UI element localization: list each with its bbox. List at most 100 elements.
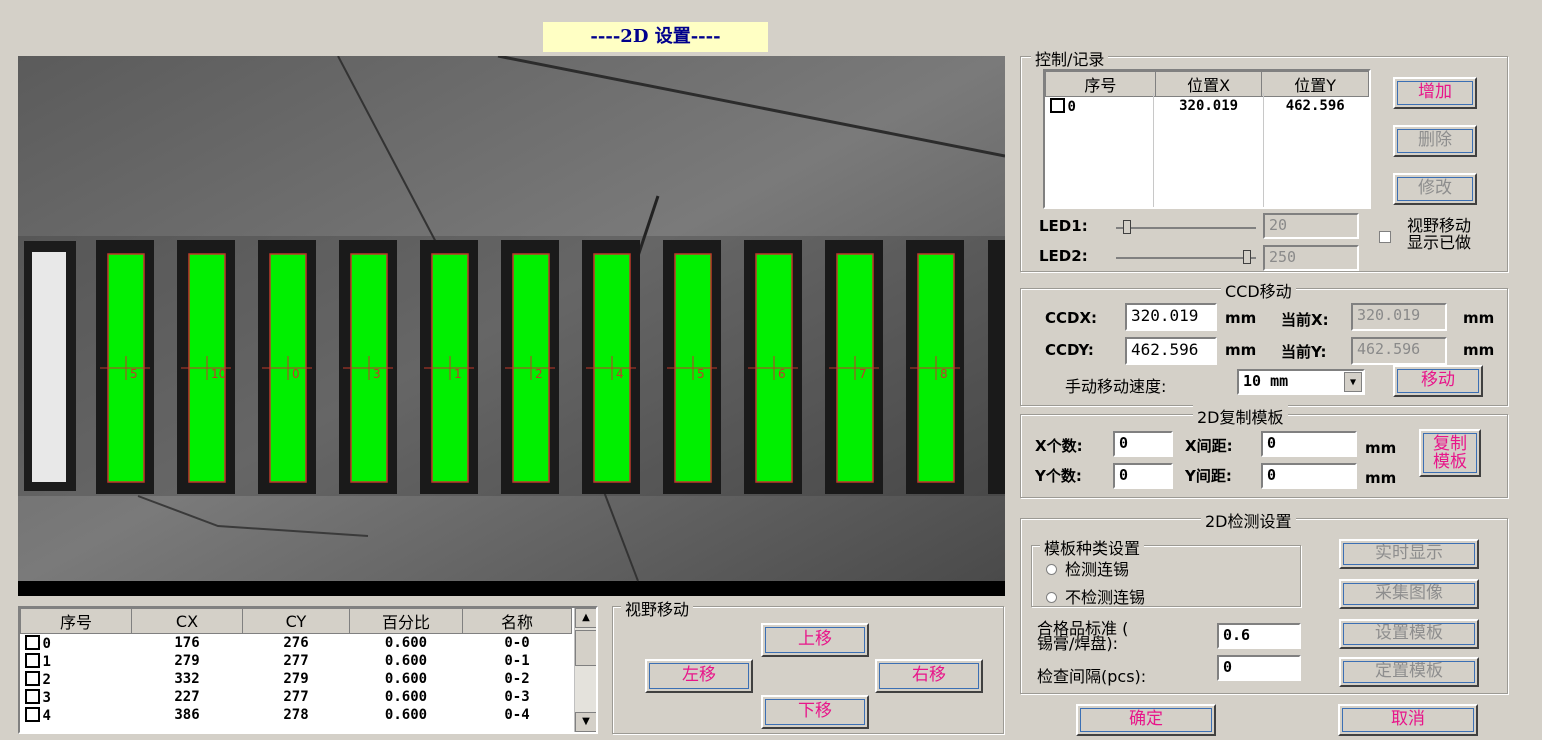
speed-label: 手动移动速度: [1065, 377, 1167, 396]
pad-label: 10 [211, 367, 226, 381]
led2-slider-thumb[interactable] [1243, 250, 1251, 264]
pad-label: 1 [454, 367, 462, 381]
led2-value: 250 [1263, 245, 1359, 271]
led2-label: LED2: [1039, 247, 1088, 265]
x-count-input[interactable]: 0 [1113, 431, 1173, 457]
col-name[interactable]: 名称 [462, 608, 572, 634]
record-panel-title: 控制/记录 [1031, 46, 1109, 70]
led2-slider-track[interactable] [1116, 257, 1256, 259]
x-pitch-unit: mm [1365, 439, 1397, 457]
copy-template-button[interactable]: 复制 模板 [1419, 429, 1481, 477]
copy-template-panel: 2D复制模板 X个数: 0 X间距: 0 mm Y个数: 0 Y间距: 0 mm… [1020, 404, 1508, 498]
col-index[interactable]: 序号 [20, 608, 132, 634]
col-index[interactable]: 序号 [1045, 71, 1156, 97]
chevron-down-icon[interactable]: ▼ [1344, 372, 1362, 392]
scrollbar-thumb[interactable] [575, 630, 596, 666]
speed-select[interactable]: 10 mm ▼ [1237, 369, 1365, 395]
y-pitch-input[interactable]: 0 [1261, 463, 1357, 489]
radio-no-detect-bridge[interactable]: 不检测连锡 [1046, 584, 1145, 608]
realtime-display-button[interactable]: 实时显示 [1339, 539, 1479, 569]
row-checkbox[interactable] [24, 634, 40, 650]
x-count-label: X个数: [1035, 437, 1083, 455]
pad-frame [988, 240, 1005, 494]
cancel-button[interactable]: 取消 [1338, 704, 1478, 736]
col-cx[interactable]: CX [131, 608, 243, 634]
chevron-down-icon[interactable]: ▼ [575, 712, 596, 732]
delete-button[interactable]: 删除 [1393, 125, 1477, 157]
col-pos-y[interactable]: 位置Y [1261, 71, 1369, 97]
result-scrollbar[interactable]: ▲ ▼ [574, 608, 596, 732]
current-x-value: 320.019 [1351, 303, 1447, 331]
interval-input[interactable]: 0 [1217, 655, 1301, 681]
current-y-value: 462.596 [1351, 337, 1447, 365]
standard-label: 合格品标准 (锡膏/焊盘): [1037, 619, 1129, 653]
pad-label: 7 [859, 367, 867, 381]
dialog-title: ----2D 设置---- [543, 22, 768, 52]
view-checkbox-label: 视野移动 显示已做 [1407, 216, 1472, 252]
view-move-panel: 视野移动 上移 左移 右移 下移 [612, 596, 1004, 734]
row-checkbox[interactable] [24, 706, 40, 722]
row-checkbox[interactable] [24, 652, 40, 668]
template-type-group: 模板种类设置 检测连锡 不检测连锡 [1031, 535, 1301, 608]
result-table[interactable]: 序号 CX CY 百分比 名称 0 176 276 0.600 0-0 1 279 277 0.… [18, 606, 598, 734]
move-left-button[interactable]: 左移 [645, 659, 753, 693]
ccd-panel: CCD移动 CCDX: 320.019 mm 当前X: 320.019 mm C… [1020, 278, 1508, 406]
view-move-title: 视野移动 [621, 596, 694, 620]
copy-panel-title: 2D复制模板 [1193, 404, 1288, 428]
current-y-unit: mm [1463, 341, 1495, 359]
table-row[interactable]: 2 332 279 0.600 0-2 [21, 670, 572, 688]
capture-image-button[interactable]: 采集图像 [1339, 579, 1479, 609]
move-right-button[interactable]: 右移 [875, 659, 983, 693]
row-checkbox[interactable] [24, 670, 40, 686]
detect-panel-title: 2D检测设置 [1201, 508, 1296, 532]
table-row[interactable]: 3 227 277 0.600 0-3 [21, 688, 572, 706]
table-row[interactable]: 1 279 277 0.600 0-1 [21, 652, 572, 670]
row-checkbox[interactable] [24, 688, 40, 704]
standard-input[interactable]: 0.6 [1217, 623, 1301, 649]
move-down-button[interactable]: 下移 [761, 695, 869, 729]
led1-slider-track[interactable] [1116, 227, 1256, 229]
move-button[interactable]: 移动 [1393, 365, 1483, 397]
camera-image: 5 10 0 3 1 2 4 5 6 7 8 [18, 56, 1005, 596]
col-pos-x[interactable]: 位置X [1154, 71, 1263, 97]
table-row[interactable]: 0 320.019 462.596 [1046, 97, 1369, 116]
row-checkbox[interactable] [1049, 97, 1065, 113]
current-x-label: 当前X: [1281, 311, 1329, 329]
view-move-checkbox[interactable] [1379, 231, 1391, 243]
y-pitch-label: Y间距: [1185, 467, 1232, 485]
led1-slider-thumb[interactable] [1123, 220, 1131, 234]
camera-view[interactable]: 5 10 0 3 1 2 4 5 6 7 8 [18, 56, 1005, 596]
modify-button[interactable]: 修改 [1393, 173, 1477, 205]
ccdx-input[interactable]: 320.019 [1125, 303, 1217, 331]
record-panel: 控制/记录 序号 位置X 位置Y 0 320.019 462.596 增加 删除… [1020, 46, 1508, 272]
locate-template-button[interactable]: 定置模板 [1339, 657, 1479, 687]
ccdx-unit: mm [1225, 309, 1257, 327]
ccd-panel-title: CCD移动 [1221, 278, 1296, 302]
table-row[interactable]: 4 386 278 0.600 0-4 [21, 706, 572, 724]
ccdy-unit: mm [1225, 341, 1257, 359]
y-pitch-unit: mm [1365, 469, 1397, 487]
set-template-button[interactable]: 设置模板 [1339, 619, 1479, 649]
led1-value: 20 [1263, 213, 1359, 239]
radio-detect-bridge[interactable]: 检测连锡 [1046, 556, 1129, 580]
col-cy[interactable]: CY [242, 608, 350, 634]
pad-label: 5 [697, 367, 705, 381]
pad-label: 4 [616, 367, 624, 381]
pad-label: 3 [373, 367, 381, 381]
pad-label: 2 [535, 367, 543, 381]
x-pitch-label: X间距: [1185, 437, 1233, 455]
chevron-up-icon[interactable]: ▲ [575, 608, 596, 628]
current-x-unit: mm [1463, 309, 1495, 327]
led1-label: LED1: [1039, 217, 1088, 235]
table-row[interactable]: 0 176 276 0.600 0-0 [21, 634, 572, 653]
y-count-label: Y个数: [1035, 467, 1082, 485]
ccdy-input[interactable]: 462.596 [1125, 337, 1217, 365]
col-percent[interactable]: 百分比 [349, 608, 463, 634]
move-up-button[interactable]: 上移 [761, 623, 869, 657]
x-pitch-input[interactable]: 0 [1261, 431, 1357, 457]
y-count-input[interactable]: 0 [1113, 463, 1173, 489]
pad-label: 5 [130, 367, 138, 381]
ok-button[interactable]: 确定 [1076, 704, 1216, 736]
position-list[interactable]: 序号 位置X 位置Y 0 320.019 462.596 [1043, 69, 1371, 209]
add-button[interactable]: 增加 [1393, 77, 1477, 109]
